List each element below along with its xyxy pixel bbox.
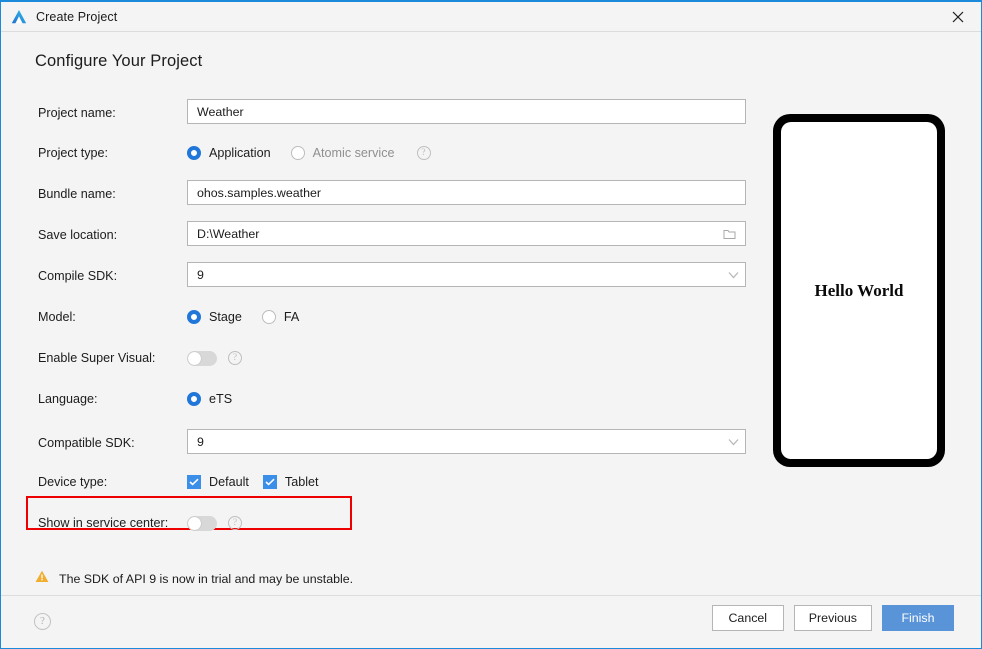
checkbox-label-tablet: Tablet <box>284 475 319 489</box>
label-show-in-service-center: Show in service center: <box>38 516 169 530</box>
field-row-device-type: Device type: Default Tablet <box>1 468 761 496</box>
show-in-service-center-toggle[interactable] <box>187 515 217 531</box>
enable-super-visual-toggle[interactable] <box>187 350 217 366</box>
previous-button[interactable]: Previous <box>793 605 872 631</box>
sdk-warning: The SDK of API 9 is now in trial and may… <box>35 570 353 588</box>
save-location-input[interactable]: D:\Weather <box>187 221 746 246</box>
radio-stage[interactable]: Stage <box>187 310 242 324</box>
field-row-language: Language: eTS <box>1 385 761 413</box>
compatible-sdk-value: 9 <box>197 434 204 449</box>
compile-sdk-value: 9 <box>197 267 204 282</box>
radio-ets[interactable]: eTS <box>187 392 232 406</box>
label-save-location: Save location: <box>38 228 118 242</box>
checkbox-default[interactable]: Default <box>187 475 249 489</box>
footer-button-bar: Cancel Previous Finish <box>702 605 954 631</box>
field-row-project-name: Project name: Weather <box>1 99 761 127</box>
dialog-footer: ? Cancel Previous Finish <box>1 595 981 648</box>
field-row-bundle-name: Bundle name: ohos.samples.weather <box>1 180 761 208</box>
label-compatible-sdk: Compatible SDK: <box>38 436 135 450</box>
checkbox-label-default: Default <box>209 475 249 489</box>
field-row-show-in-service-center: Show in service center: ? <box>1 509 761 537</box>
window-title: Create Project <box>36 9 118 24</box>
cancel-button[interactable]: Cancel <box>711 605 784 631</box>
label-compile-sdk: Compile SDK: <box>38 269 118 283</box>
field-row-enable-super-visual: Enable Super Visual: ? <box>1 344 761 372</box>
model-radio-group: Stage FA <box>187 303 319 331</box>
radio-dot-icon <box>187 392 201 406</box>
radio-dot-icon <box>290 146 305 160</box>
radio-label-ets: eTS <box>209 392 233 406</box>
field-row-compatible-sdk: Compatible SDK: 9 <box>1 429 761 457</box>
checkmark-icon <box>187 475 201 489</box>
field-row-model: Model: Stage FA <box>1 303 761 331</box>
compatible-sdk-select[interactable]: 9 <box>187 429 746 454</box>
help-icon-show-in-service-center[interactable]: ? <box>228 516 242 530</box>
field-row-project-type: Project type: Application Atomic service… <box>1 139 761 167</box>
close-icon[interactable] <box>935 2 981 31</box>
page-title: Configure Your Project <box>35 52 203 70</box>
deveco-logo-icon <box>10 8 28 26</box>
radio-label-fa: FA <box>283 310 300 324</box>
help-icon[interactable]: ? <box>34 613 51 630</box>
label-language: Language: <box>38 392 98 406</box>
dialog-body: Configure Your Project Project name: Wea… <box>1 33 981 597</box>
create-project-dialog: Create Project Configure Your Project Pr… <box>0 0 982 649</box>
radio-atomic-service[interactable]: Atomic service <box>290 146 395 160</box>
radio-dot-icon <box>187 310 201 324</box>
help-icon-enable-super-visual[interactable]: ? <box>228 351 242 365</box>
project-type-radio-group: Application Atomic service ? <box>187 139 431 167</box>
bundle-name-value: ohos.samples.weather <box>197 185 321 200</box>
project-name-input[interactable]: Weather <box>187 99 746 124</box>
radio-application[interactable]: Application <box>187 146 271 160</box>
language-radio-group: eTS <box>187 385 252 413</box>
label-device-type: Device type: <box>38 475 108 489</box>
label-project-name: Project name: <box>38 106 116 120</box>
checkbox-tablet[interactable]: Tablet <box>262 475 319 489</box>
compile-sdk-select[interactable]: 9 <box>187 262 746 287</box>
enable-super-visual-toggle-wrap: ? <box>187 344 242 372</box>
chevron-down-icon[interactable] <box>728 435 739 449</box>
device-preview-frame: Hello World <box>773 114 945 467</box>
bundle-name-input[interactable]: ohos.samples.weather <box>187 180 746 205</box>
radio-fa[interactable]: FA <box>261 310 300 324</box>
preview-hello-world-text: Hello World <box>814 280 904 300</box>
warning-text: The SDK of API 9 is now in trial and may… <box>59 572 354 586</box>
device-preview-screen: Hello World <box>781 122 937 459</box>
radio-label-atomic-service: Atomic service <box>312 146 395 160</box>
chevron-down-icon[interactable] <box>728 268 739 282</box>
label-bundle-name: Bundle name: <box>38 187 116 201</box>
finish-button[interactable]: Finish <box>882 605 954 631</box>
label-model: Model: <box>38 310 76 324</box>
label-enable-super-visual: Enable Super Visual: <box>38 351 156 365</box>
device-type-checkbox-group: Default Tablet <box>187 468 333 496</box>
show-in-service-center-toggle-wrap: ? <box>187 509 242 537</box>
radio-dot-icon <box>261 310 276 324</box>
field-row-compile-sdk: Compile SDK: 9 <box>1 262 761 290</box>
toggle-knob-icon <box>188 351 201 365</box>
help-icon-project-type[interactable]: ? <box>416 146 431 160</box>
radio-label-application: Application <box>209 146 271 160</box>
radio-dot-icon <box>187 146 201 160</box>
title-bar: Create Project <box>1 2 981 32</box>
field-row-save-location: Save location: D:\Weather <box>1 221 761 249</box>
checkmark-icon <box>262 475 277 489</box>
radio-label-stage: Stage <box>209 310 242 324</box>
folder-browse-icon[interactable] <box>719 228 739 240</box>
warning-triangle-icon <box>35 570 49 588</box>
project-name-value: Weather <box>197 104 244 119</box>
toggle-knob-icon <box>188 516 201 530</box>
label-project-type: Project type: <box>38 146 108 160</box>
save-location-value: D:\Weather <box>197 226 260 241</box>
